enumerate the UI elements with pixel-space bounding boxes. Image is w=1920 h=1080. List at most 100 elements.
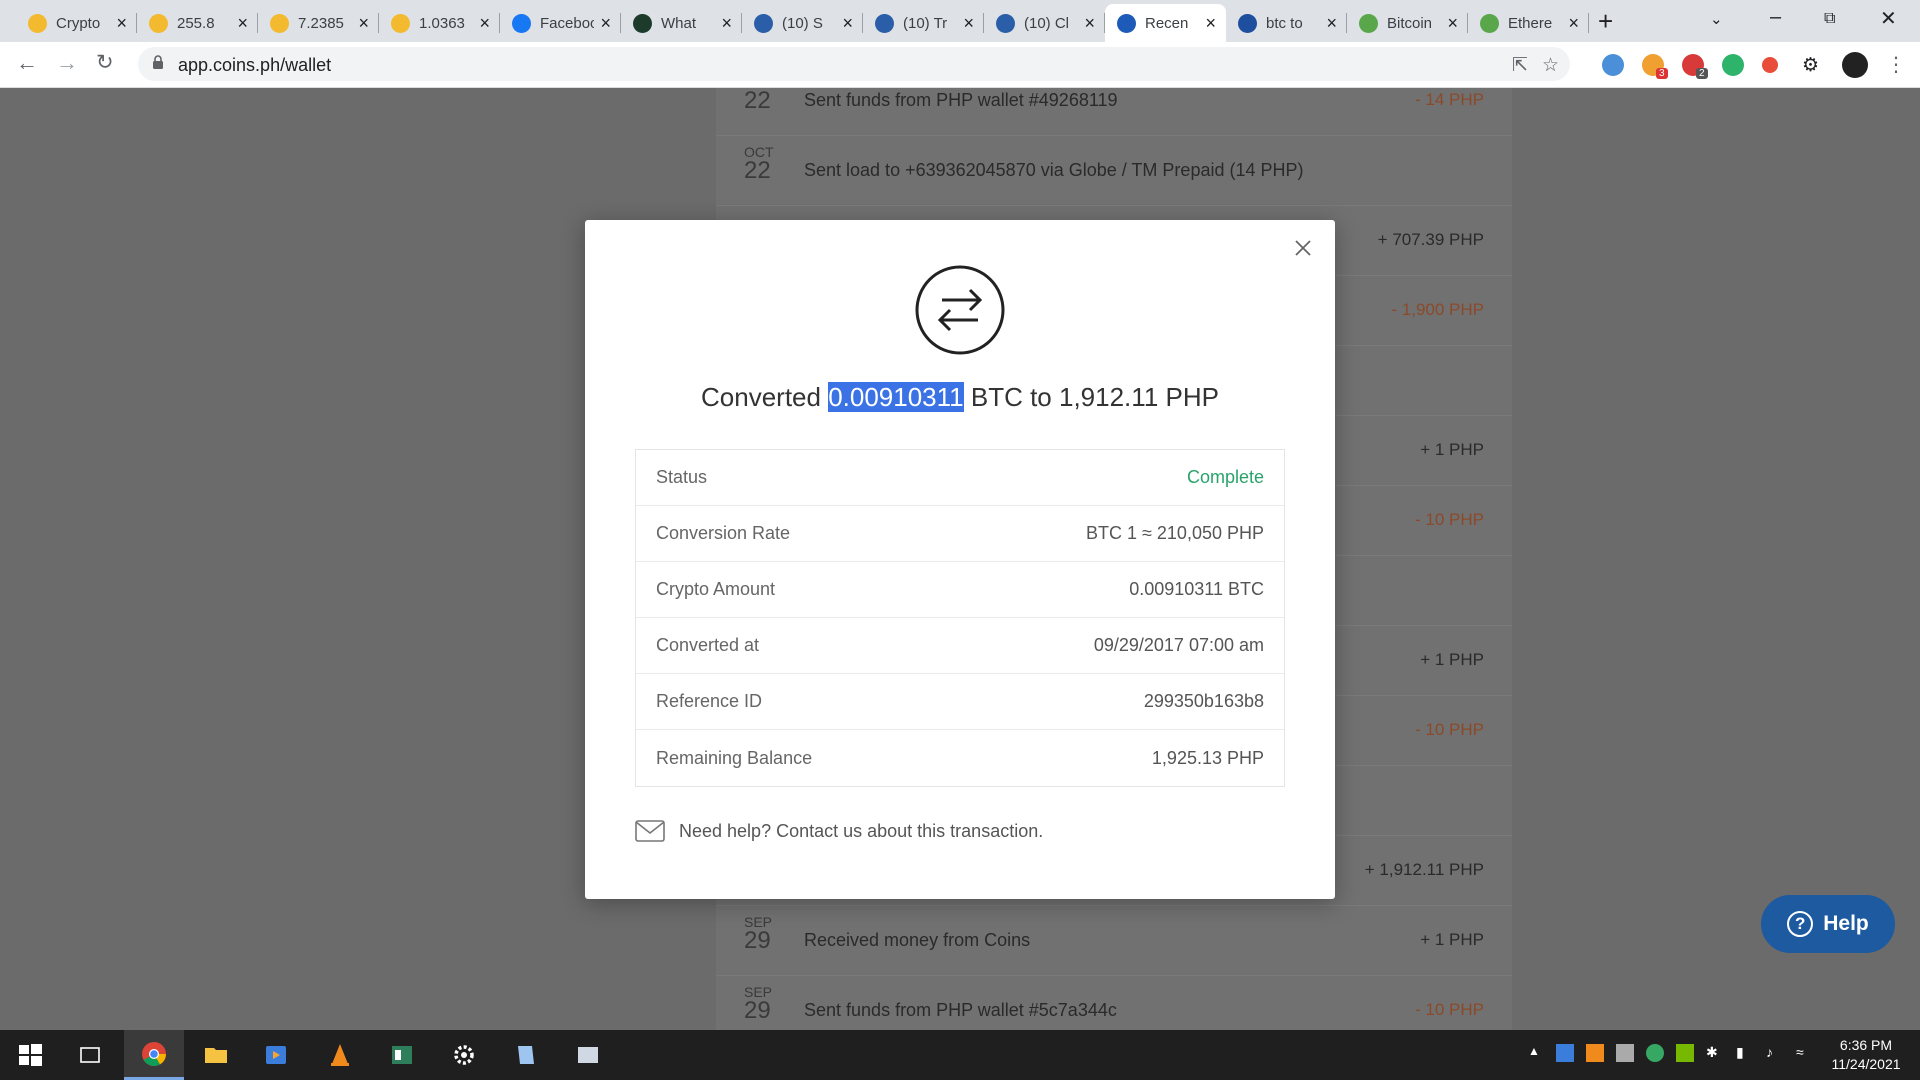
transaction-day: 29	[744, 927, 771, 954]
tab-8[interactable]: (10) Cl ×	[984, 4, 1105, 42]
contact-support-link[interactable]: Need help? Contact us about this transac…	[635, 820, 1043, 842]
wifi-icon[interactable]: ≈	[1796, 1044, 1814, 1062]
profile-avatar[interactable]	[1842, 52, 1868, 78]
new-tab-button[interactable]: +	[1598, 6, 1613, 37]
transaction-row[interactable]: SEP 29 Sent funds from PHP wallet #5c7a344…	[716, 976, 1512, 1030]
taskbar-settings[interactable]	[434, 1030, 494, 1080]
transaction-row[interactable]: OCT22Sent funds from PHP wallet #4926811…	[716, 88, 1512, 136]
help-button[interactable]: ? Help	[1761, 895, 1895, 953]
selected-btc-amount[interactable]: 0.00910311	[828, 382, 964, 412]
extensions-puzzle-icon[interactable]: ⚙	[1802, 54, 1819, 77]
forward-icon[interactable]: →	[56, 50, 78, 76]
tab-close-icon[interactable]: ×	[237, 13, 248, 34]
back-icon[interactable]: ←	[16, 50, 38, 76]
bluetooth-icon[interactable]: ✱	[1706, 1044, 1724, 1062]
tab-10[interactable]: btc to ×	[1226, 4, 1347, 42]
binance-icon	[28, 13, 47, 33]
tab-1[interactable]: 255.8 ×	[137, 4, 258, 42]
restore-icon[interactable]: ⧉	[1824, 10, 1835, 28]
transaction-row[interactable]: SEP 29 Received money from Coins + 1 PHP	[716, 906, 1512, 976]
detail-row: Reference ID 299350b163b8	[636, 674, 1284, 730]
question-mark-icon: ?	[1787, 911, 1814, 937]
taskbar-vlc[interactable]	[310, 1030, 370, 1080]
tab-5[interactable]: What ×	[621, 4, 742, 42]
task-view-button[interactable]	[60, 1030, 120, 1080]
detail-label: Converted at	[656, 635, 760, 655]
detail-value: BTC 1 ≈ 210,050 PHP	[1086, 523, 1264, 543]
record-icon[interactable]	[1762, 57, 1778, 73]
taskbar-photo-app[interactable]	[558, 1030, 618, 1080]
transaction-description: Sent funds from PHP wallet #49268119	[804, 90, 1118, 110]
coins-icon	[1117, 13, 1136, 33]
tab-close-icon[interactable]: ×	[842, 13, 853, 34]
tab-title: btc to	[1266, 14, 1303, 32]
taskbar-notepad[interactable]	[496, 1030, 556, 1080]
tray-app-icon[interactable]	[1556, 1044, 1574, 1062]
taskbar-file-explorer[interactable]	[186, 1030, 246, 1080]
tab-close-icon[interactable]: ×	[1205, 13, 1216, 34]
close-window-icon[interactable]: ✕	[1880, 6, 1897, 31]
tab-6[interactable]: (10) S ×	[742, 4, 863, 42]
tab-close-icon[interactable]: ×	[116, 13, 127, 34]
tray-display-icon[interactable]	[1616, 1044, 1634, 1062]
extension-badge: 3	[1656, 68, 1668, 79]
tab-close-icon[interactable]: ×	[1447, 13, 1458, 34]
lock-icon	[153, 55, 163, 69]
tab-close-icon[interactable]: ×	[721, 13, 732, 34]
transaction-description: Sent funds from PHP wallet #5c7a344c	[804, 1000, 1117, 1020]
tab-title: Bitcoin	[1387, 14, 1433, 32]
battery-icon[interactable]: ▮	[1736, 1044, 1754, 1062]
tab-close-icon[interactable]: ×	[1326, 13, 1337, 34]
detail-value: 299350b163b8	[1143, 691, 1264, 711]
transaction-amount: + 1 PHP	[1420, 650, 1484, 669]
address-bar[interactable]: app.coins.ph/wallet ⇱ ☆	[138, 47, 1570, 81]
volume-icon[interactable]: ♪	[1766, 1044, 1784, 1062]
detail-row: Crypto Amount 0.00910311 BTC	[636, 562, 1284, 618]
taskbar-chrome[interactable]	[124, 1030, 184, 1080]
windows-logo-icon	[19, 1044, 42, 1066]
extension-globe-icon[interactable]	[1602, 54, 1624, 76]
transaction-row[interactable]: OCT 22 Sent load to +639362045870 via Glob…	[716, 136, 1512, 206]
tray-vlc-icon[interactable]	[1586, 1044, 1604, 1062]
help-label: Help	[1823, 912, 1869, 935]
tab-0[interactable]: Crypto ×	[16, 4, 137, 42]
bookmark-star-icon[interactable]: ☆	[1542, 54, 1559, 77]
share-icon[interactable]: ⇱	[1512, 54, 1528, 77]
system-clock[interactable]: 6:36 PM 11/24/2021	[1818, 1036, 1914, 1074]
tab-4[interactable]: Facebook ×	[500, 4, 621, 42]
close-icon[interactable]	[1293, 238, 1313, 258]
clock-date: 11/24/2021	[1831, 1056, 1901, 1072]
media-player-icon	[266, 1046, 286, 1064]
browser-menu-icon[interactable]: ⋮	[1886, 52, 1906, 77]
tray-nvidia-icon[interactable]	[1676, 1044, 1694, 1062]
task-view-icon	[80, 1047, 100, 1063]
coin-icon	[1480, 13, 1499, 33]
tab-close-icon[interactable]: ×	[600, 13, 611, 34]
transaction-amount: - 1,900 PHP	[1391, 300, 1484, 319]
tab-close-icon[interactable]: ×	[963, 13, 974, 34]
tab-close-icon[interactable]: ×	[1568, 13, 1579, 34]
tab-2[interactable]: 7.2385 ×	[258, 4, 379, 42]
taskbar-app-window[interactable]	[372, 1030, 432, 1080]
tab-12[interactable]: Ethere ×	[1468, 4, 1589, 42]
grammarly-icon[interactable]	[1722, 54, 1744, 76]
reload-icon[interactable]: ↻	[96, 50, 114, 75]
tab-9[interactable]: Recen ×	[1105, 4, 1226, 42]
taskbar-media-player[interactable]	[246, 1030, 306, 1080]
tray-chevron-icon[interactable]: ▲	[1528, 1044, 1546, 1062]
tray-browser-icon[interactable]	[1646, 1044, 1664, 1062]
tab-title: 1.0363	[419, 14, 465, 32]
tab-11[interactable]: Bitcoin ×	[1347, 4, 1468, 42]
url-text: app.coins.ph/wallet	[178, 55, 332, 75]
minimize-icon[interactable]: –	[1770, 6, 1781, 29]
tab-7[interactable]: (10) Tr ×	[863, 4, 984, 42]
tab-close-icon[interactable]: ×	[479, 13, 490, 34]
browser-toolbar: ← → ↻ app.coins.ph/wallet ⇱ ☆ 3 2 ⚙ ⋮	[0, 42, 1920, 88]
transaction-day: 22	[744, 157, 771, 184]
transaction-description: Received money from Coins	[804, 930, 1031, 950]
tab-3[interactable]: 1.0363 ×	[379, 4, 500, 42]
tab-close-icon[interactable]: ×	[1084, 13, 1095, 34]
tab-search-icon[interactable]: ⌄	[1710, 10, 1723, 28]
start-button[interactable]	[0, 1030, 60, 1080]
tab-close-icon[interactable]: ×	[358, 13, 369, 34]
